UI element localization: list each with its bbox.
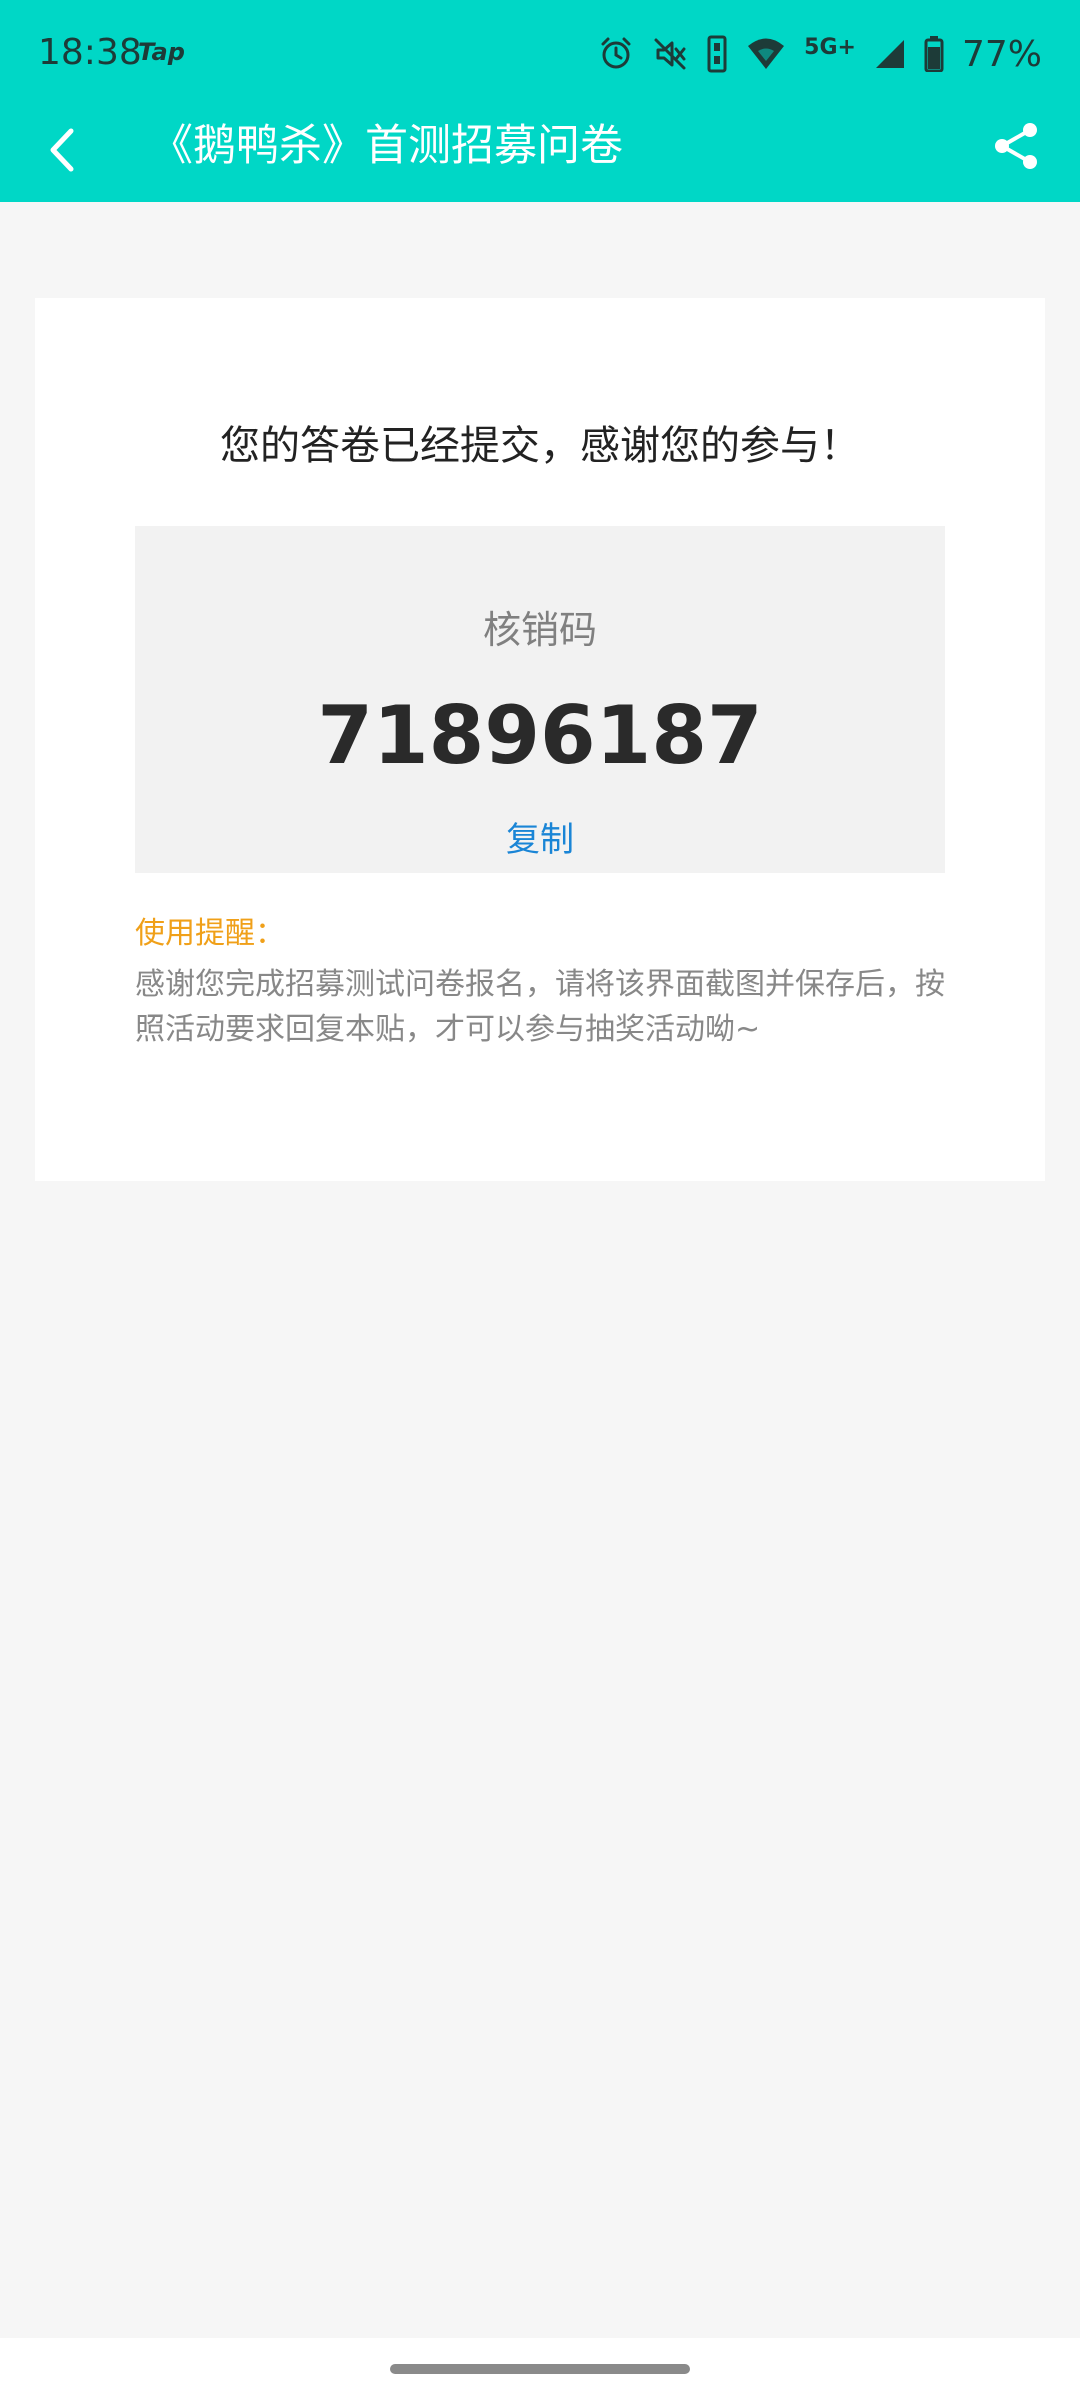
redeem-code-box: 核销码 71896187 复制 <box>135 526 945 873</box>
app-header: 18:38 Tap 5G+ 77% 《鹅鸭杀》首测招募问卷 <box>0 0 1080 202</box>
chevron-left-icon <box>47 127 77 177</box>
tip-body: 感谢您完成招募测试问卷报名，请将该界面截图并保存后，按照活动要求回复本贴，才可以… <box>135 967 945 1047</box>
redeem-code-value: 71896187 <box>317 689 763 782</box>
status-icons: 5G+ 77% <box>598 28 1042 80</box>
battery-icon <box>924 36 944 72</box>
back-button[interactable] <box>32 116 92 188</box>
battery-percent: 77% <box>961 33 1042 75</box>
page-title: 《鹅鸭杀》首测招募问卷 <box>150 121 623 171</box>
share-icon <box>993 121 1039 175</box>
title-bar: 《鹅鸭杀》首测招募问卷 <box>0 106 1080 202</box>
result-card: 您的答卷已经提交，感谢您的参与！ 核销码 71896187 复制 使用提醒： 感… <box>35 298 1045 1181</box>
status-bar: 18:38 Tap 5G+ 77% <box>0 0 1080 106</box>
tip-title: 使用提醒： <box>135 916 285 951</box>
wifi-icon <box>746 37 786 71</box>
tap-badge: Tap <box>138 38 185 66</box>
status-time: 18:38 <box>38 32 142 73</box>
network-label: 5G+ <box>804 34 856 60</box>
alarm-icon <box>598 36 634 72</box>
thanks-message: 您的答卷已经提交，感谢您的参与！ <box>220 423 860 469</box>
navigation-bar <box>0 2338 1080 2400</box>
home-indicator[interactable] <box>390 2364 690 2374</box>
signal-icon <box>874 38 906 70</box>
redeem-code-label: 核销码 <box>482 608 597 652</box>
vibrate-icon <box>706 35 728 73</box>
share-button[interactable] <box>982 114 1050 182</box>
mute-icon <box>652 36 688 72</box>
copy-button[interactable]: 复制 <box>490 818 590 862</box>
